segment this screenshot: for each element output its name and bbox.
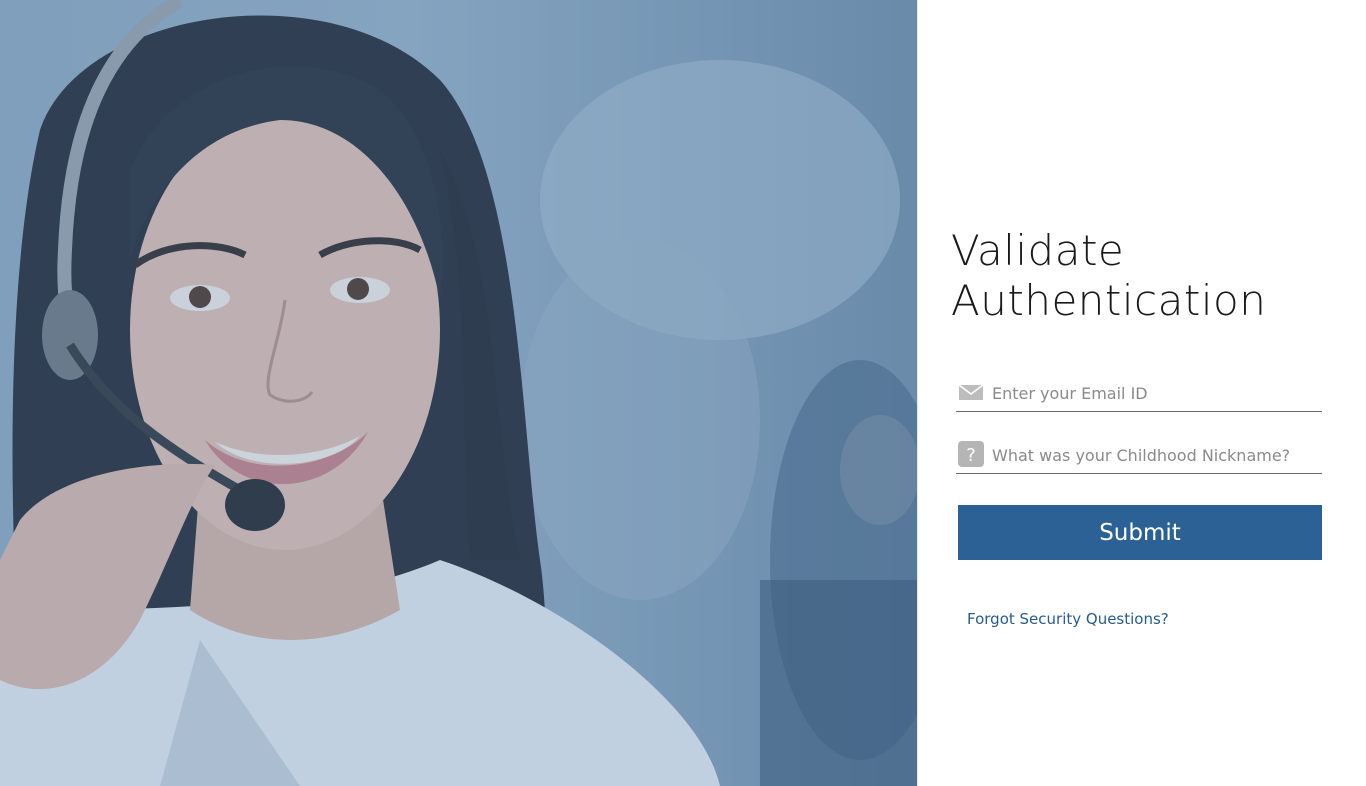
nickname-field: ?: [956, 435, 1322, 474]
email-input[interactable]: [990, 377, 1320, 409]
page-title: Validate Authentication: [951, 226, 1351, 326]
support-agent-illustration: [0, 0, 918, 786]
svg-text:?: ?: [966, 445, 976, 466]
auth-panel: Validate Authentication ? Submit Forgot …: [918, 0, 1366, 786]
question-mark-icon: ?: [958, 441, 984, 467]
nickname-input[interactable]: [990, 439, 1320, 471]
title-line-authentication: Authentication: [951, 276, 1267, 325]
envelope-icon: [958, 379, 984, 405]
title-line-validate: Validate: [951, 226, 1125, 275]
email-field: [956, 373, 1322, 412]
hero-photo: [0, 0, 918, 786]
forgot-security-questions-link[interactable]: Forgot Security Questions?: [967, 610, 1169, 628]
submit-button[interactable]: Submit: [958, 505, 1322, 560]
